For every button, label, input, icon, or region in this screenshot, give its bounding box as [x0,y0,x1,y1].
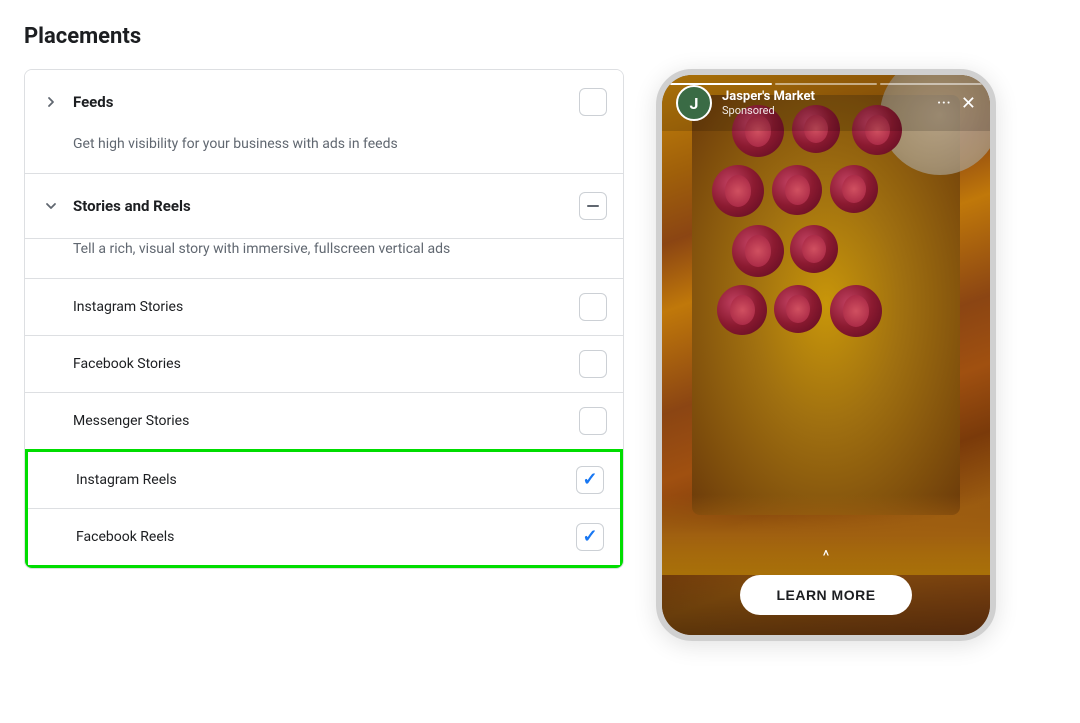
instagram-stories-label: Instagram Stories [73,299,567,315]
checkmark-icon: ✓ [582,471,597,489]
page-title: Placements [24,24,1056,49]
learn-more-button[interactable]: LEARN MORE [740,575,911,615]
fig-7 [732,225,784,277]
phone-bottom-bar: ^ LEARN MORE [662,534,990,635]
facebook-reels-label: Facebook Reels [76,529,564,545]
feeds-checkbox[interactable] [579,88,607,116]
phone-frame: J Jasper's Market Sponsored ··· ✕ [656,69,996,641]
fig-10 [774,285,822,333]
avatar: J [676,85,712,121]
list-item: Messenger Stories [25,392,623,449]
messenger-stories-checkbox[interactable] [579,407,607,435]
stories-group: Stories and Reels Tell a rich, visual st… [24,174,624,569]
feeds-description: Get high visibility for your business wi… [25,134,623,173]
chevron-up-icon: ^ [823,546,830,565]
list-item: Facebook Stories [25,335,623,392]
close-icon[interactable]: ✕ [961,93,976,114]
stories-group-header: Stories and Reels [25,174,623,239]
fig-4 [712,165,764,217]
fig-9 [717,285,767,335]
list-item: Facebook Reels ✓ [28,508,620,565]
feeds-group: Feeds Get high visibility for your busin… [24,69,624,174]
fig-8 [790,225,838,273]
progress-bar-2 [775,83,877,85]
phone-preview-panel: J Jasper's Market Sponsored ··· ✕ [656,69,1016,641]
stories-sub-items: Instagram Stories Facebook Stories Messe… [25,278,623,449]
messenger-stories-label: Messenger Stories [73,413,567,429]
instagram-stories-checkbox[interactable] [579,293,607,321]
account-info: Jasper's Market Sponsored [722,89,927,117]
phone-inner: J Jasper's Market Sponsored ··· ✕ [662,75,990,635]
fig-11 [830,285,882,337]
facebook-stories-checkbox[interactable] [579,350,607,378]
list-item: Instagram Stories [25,278,623,335]
top-actions: ··· ✕ [937,93,976,114]
progress-bar-1 [670,83,772,85]
feeds-group-header: Feeds [25,70,623,134]
feeds-chevron[interactable] [41,92,61,112]
fig-6 [830,165,878,213]
story-progress-bars [670,83,982,85]
placements-panel: Feeds Get high visibility for your busin… [24,69,624,569]
progress-bar-3 [880,83,982,85]
facebook-stories-label: Facebook Stories [73,356,567,372]
minus-icon [587,205,599,207]
stories-description: Tell a rich, visual story with immersive… [25,239,623,278]
list-item: Instagram Reels ✓ [28,452,620,508]
instagram-reels-checkbox[interactable]: ✓ [576,466,604,494]
instagram-reels-label: Instagram Reels [76,472,564,488]
account-name: Jasper's Market [722,89,927,104]
checkmark-icon: ✓ [582,528,597,546]
fig-5 [772,165,822,215]
more-icon[interactable]: ··· [937,93,951,114]
stories-title: Stories and Reels [73,197,567,215]
feeds-title: Feeds [73,93,567,111]
sponsored-label: Sponsored [722,104,927,117]
avatar-letter: J [690,94,699,113]
reels-highlight-section: Instagram Reels ✓ Facebook Reels ✓ [25,449,623,568]
stories-checkbox[interactable] [579,192,607,220]
facebook-reels-checkbox[interactable]: ✓ [576,523,604,551]
stories-chevron[interactable] [41,196,61,216]
